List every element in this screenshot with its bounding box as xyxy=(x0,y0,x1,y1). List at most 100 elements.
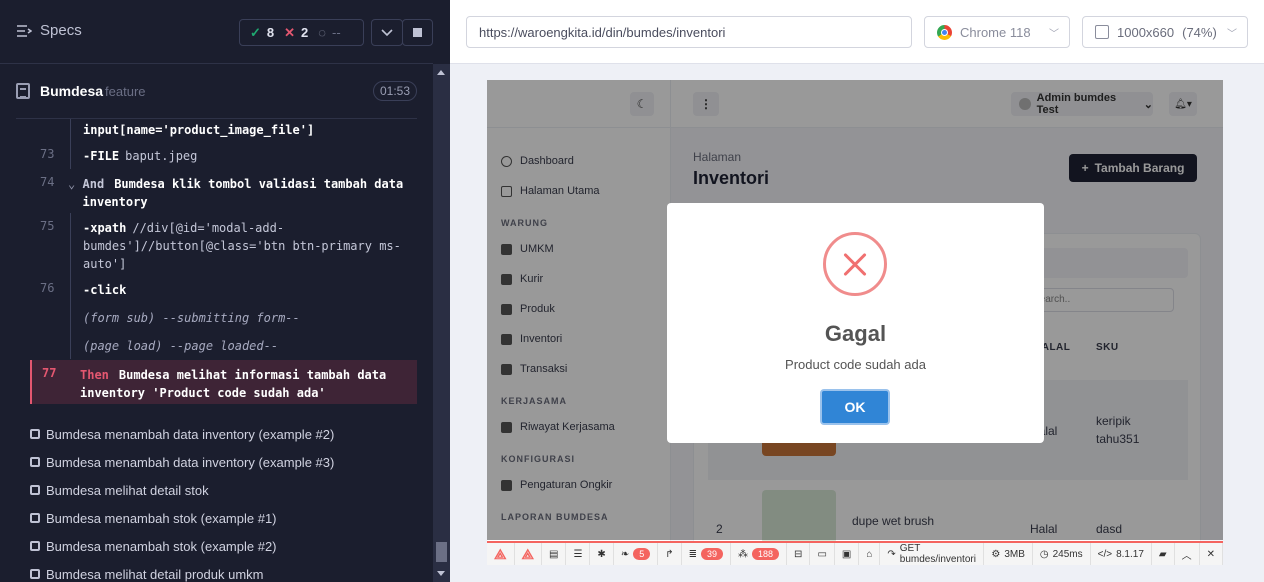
test-status-icon xyxy=(30,485,40,495)
spec-name: Bumdesa xyxy=(40,83,104,99)
test-stats: ✓ 8 ✕ 2 ◌ -- xyxy=(239,19,364,46)
memory-label: 3MB xyxy=(1004,548,1025,560)
code-icon: </> xyxy=(1097,548,1113,560)
gherkin-keyword: And xyxy=(82,177,105,191)
test-title: Bumdesa menambah data inventory (example… xyxy=(46,426,335,442)
test-item[interactable]: Bumdesa menambah data inventory (example… xyxy=(30,448,430,476)
timeline-icon[interactable]: ☰ xyxy=(566,543,591,565)
pending-stat: ◌ -- xyxy=(318,25,340,40)
command-text: Then Bumdesa melihat informasi tambah dat… xyxy=(80,360,417,404)
chevron-up-icon[interactable]: ︿ xyxy=(1175,543,1200,565)
command-text: input[name='product_image_file'] xyxy=(83,123,315,137)
models-tab[interactable]: ⁂ 188 xyxy=(731,543,788,565)
command-number: 73 xyxy=(40,147,55,161)
laravel-logo-icon[interactable]: ⟁ xyxy=(515,543,542,565)
aut-header: https://waroengkita.id/din/bumdes/invent… xyxy=(450,0,1264,64)
command-body: input[name='product_image_file'] xyxy=(70,119,417,141)
command-row[interactable]: 74 ⌄ And Bumdesa klik tombol validasi tamba… xyxy=(30,169,417,213)
request-icon[interactable]: ▣ xyxy=(835,543,860,565)
url-bar[interactable]: https://waroengkita.id/din/bumdes/invent… xyxy=(466,16,912,48)
queries-tab[interactable]: ≣ 39 xyxy=(682,543,732,565)
stop-button[interactable] xyxy=(402,19,433,46)
chevron-down-icon[interactable]: ⌄ xyxy=(68,175,77,211)
command-number: 75 xyxy=(40,219,55,233)
request-label: GET bumdes/inventori xyxy=(899,543,976,565)
test-status-icon xyxy=(30,569,40,579)
specs-button[interactable]: Specs xyxy=(16,22,82,39)
time-label: 245ms xyxy=(1052,548,1083,560)
spec-title-bar: Bumdesa feature 01:53 xyxy=(16,75,417,107)
command-row[interactable]: 73 -FILE baput.jpeg xyxy=(30,141,417,169)
bug-icon[interactable]: ✱ xyxy=(590,543,614,565)
spec-extension: feature xyxy=(105,83,146,99)
failing-command[interactable]: 77 Then Bumdesa melihat informasi tambah … xyxy=(30,360,417,404)
viewport-selector[interactable]: 1000x660 (74%) ﹀ xyxy=(1082,16,1248,48)
command-name: -xpath xyxy=(83,221,127,235)
laravel-logo-icon[interactable]: ⟁ xyxy=(487,543,515,565)
failed-stat: ✕ 2 xyxy=(284,25,308,41)
command-body: ⌄ And Bumdesa klik tombol validasi tambah … xyxy=(68,169,417,213)
test-item[interactable]: Bumdesa melihat detail stok xyxy=(30,476,430,504)
aut-panel: https://waroengkita.id/din/bumdes/invent… xyxy=(450,0,1264,582)
failed-count: 2 xyxy=(301,25,309,40)
command-row[interactable]: 76 -click xyxy=(30,275,417,303)
request-info[interactable]: ↷ GET bumdes/inventori xyxy=(880,543,985,565)
test-status-icon xyxy=(30,429,40,439)
pending-count: -- xyxy=(332,25,341,40)
command-number: 74 xyxy=(40,175,55,189)
scroll-down-icon[interactable] xyxy=(437,571,445,576)
spinner-icon: ◌ xyxy=(318,25,327,40)
check-icon: ✓ xyxy=(250,24,261,40)
folder-icon[interactable]: ▰ xyxy=(1152,543,1175,565)
specs-label: Specs xyxy=(40,22,82,39)
share-icon: ↷ xyxy=(887,548,896,560)
test-status-icon xyxy=(30,513,40,523)
browser-selector[interactable]: Chrome 118 ﹀ xyxy=(924,16,1070,48)
reporter-scrollbar[interactable] xyxy=(433,64,450,582)
command-row[interactable]: (form sub) --submitting form-- xyxy=(30,303,417,331)
dropdown-button[interactable] xyxy=(371,19,403,46)
error-modal: Gagal Product code sudah ada OK xyxy=(667,203,1044,443)
test-item[interactable]: Bumdesa menambah stok (example #1) xyxy=(30,504,430,532)
command-name: -click xyxy=(83,283,127,297)
inbox-icon[interactable]: ⊟ xyxy=(787,543,811,565)
command-row[interactable]: input[name='product_image_file'] xyxy=(30,119,417,141)
command-body: (form sub) --submitting form-- xyxy=(70,303,417,331)
command-name: -FILE xyxy=(83,149,120,163)
command-arg: baput.jpeg xyxy=(125,149,198,163)
test-title: Bumdesa melihat detail produk umkm xyxy=(46,566,264,582)
scroll-thumb[interactable] xyxy=(436,542,447,562)
tags-icon[interactable]: ⌂ xyxy=(859,543,881,565)
command-row[interactable]: 75 -xpath//div[@id='modal-add-bumdes']//b… xyxy=(30,213,417,275)
test-title: Bumdesa menambah stok (example #2) xyxy=(46,538,277,554)
reporter-header: Specs ✓ 8 ✕ 2 ◌ -- xyxy=(0,0,433,64)
command-number xyxy=(30,119,70,141)
test-item[interactable]: Bumdesa melihat detail produk umkm xyxy=(30,560,430,582)
command-number xyxy=(30,303,70,331)
route-icon[interactable]: ↱ xyxy=(658,543,682,565)
chevron-down-icon: ﹀ xyxy=(1227,28,1237,40)
test-item[interactable]: Bumdesa menambah data inventory (example… xyxy=(30,420,430,448)
step-text: Bumdesa klik tombol validasi tambah data… xyxy=(82,177,404,209)
messages-icon[interactable]: ▤ xyxy=(542,543,567,565)
debug-bar-info: ↷ GET bumdes/inventori ⚙ 3MB ◷ 245ms </> 8.1… xyxy=(880,543,1223,565)
models-count: 188 xyxy=(752,548,780,560)
x-icon: ✕ xyxy=(284,24,296,40)
document-icon xyxy=(16,83,30,99)
command-body: -click xyxy=(70,275,417,303)
test-item[interactable]: Bumdesa menambah stok (example #2) xyxy=(30,532,430,560)
session-icon[interactable]: ▭ xyxy=(810,543,835,565)
views-tab[interactable]: ❧ 5 xyxy=(614,543,659,565)
close-icon[interactable]: ✕ xyxy=(1200,543,1223,565)
database-icon: ≣ xyxy=(688,548,697,560)
passed-stat: ✓ 8 xyxy=(250,25,274,41)
scroll-up-icon[interactable] xyxy=(437,70,445,75)
command-row[interactable]: (page load) --page loaded-- xyxy=(30,331,417,359)
test-title: Bumdesa menambah stok (example #1) xyxy=(46,510,277,526)
modal-title: Gagal xyxy=(824,321,887,346)
command-body: -xpath//div[@id='modal-add-bumdes']//but… xyxy=(70,213,417,275)
chevron-down-icon xyxy=(381,28,393,36)
command-body: (page load) --page loaded-- xyxy=(70,331,417,359)
version-info: </> 8.1.17 xyxy=(1091,543,1152,565)
ok-button[interactable]: OK xyxy=(820,389,890,425)
